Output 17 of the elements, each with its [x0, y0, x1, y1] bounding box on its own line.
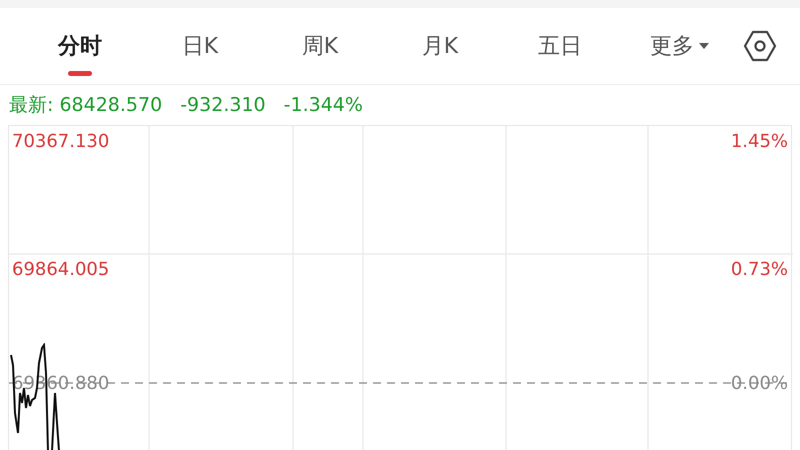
settings-icon [743, 29, 777, 63]
percent-axis-label: 0.00% [730, 372, 788, 396]
selected-indicator [68, 71, 92, 76]
tab[interactable]: 更多 [620, 16, 740, 76]
tab[interactable]: 五日 [500, 16, 620, 76]
latest-quote: 最新: 68428.570 [9, 92, 162, 118]
price-axis-label: 70367.130 [12, 130, 110, 154]
tab[interactable]: 月K [380, 16, 500, 76]
tab[interactable]: 分时 [20, 16, 140, 76]
tab[interactable]: 日K [140, 16, 260, 76]
percent-axis-label: 1.45% [730, 130, 788, 154]
percent-axis-label: 0.73% [730, 258, 788, 282]
tab[interactable]: 周K [260, 16, 380, 76]
percent-change: -1.344% [284, 92, 363, 118]
caret-icon [698, 42, 710, 50]
price-change: -932.310 [180, 92, 266, 118]
price-axis-label: 69864.005 [12, 258, 110, 282]
